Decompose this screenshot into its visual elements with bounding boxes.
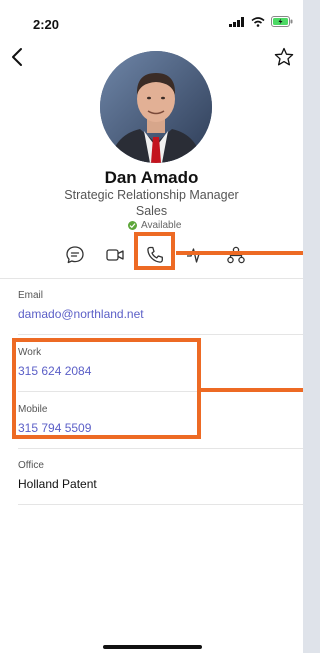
header-divider <box>0 278 303 279</box>
status-time: 2:20 <box>33 17 60 32</box>
email-link[interactable]: damado@northland.net <box>18 307 144 321</box>
favorite-star-icon[interactable] <box>273 46 295 68</box>
status-bar: 2:20 <box>0 0 303 44</box>
avatar <box>100 51 212 163</box>
chat-icon[interactable] <box>64 244 86 266</box>
signal-icon <box>229 16 244 27</box>
presence-status: Available <box>128 220 181 231</box>
office-label: Office <box>18 460 44 471</box>
wifi-icon <box>251 16 265 27</box>
video-icon[interactable] <box>104 244 126 266</box>
battery-icon <box>271 16 293 27</box>
email-label: Email <box>18 290 44 301</box>
office-field: Office Holland Patent <box>18 460 97 491</box>
call-highlight-connector <box>176 251 303 255</box>
job-title: Strategic Relationship Manager <box>64 188 239 202</box>
activity-icon[interactable] <box>184 244 206 266</box>
office-value: Holland Patent <box>18 477 97 491</box>
presence-check-icon <box>128 221 137 230</box>
email-field: Email damado@northland.net <box>18 290 144 321</box>
field-divider <box>18 448 303 449</box>
phones-highlight-box <box>12 338 201 439</box>
contact-profile-screen: 2:20 Dan Amado Strategic Relationship Ma… <box>0 0 303 653</box>
status-icons <box>229 16 293 27</box>
home-indicator <box>103 645 202 649</box>
call-highlight-box <box>134 232 175 270</box>
field-divider <box>18 504 303 505</box>
presence-label: Available <box>141 220 182 231</box>
department: Sales <box>135 204 168 218</box>
avatar-photo <box>100 51 212 163</box>
back-chevron-icon[interactable] <box>8 46 28 68</box>
field-divider <box>18 334 303 335</box>
phones-highlight-connector <box>201 388 303 392</box>
org-chart-icon[interactable] <box>225 244 247 266</box>
contact-name: Dan Amado <box>104 168 199 187</box>
